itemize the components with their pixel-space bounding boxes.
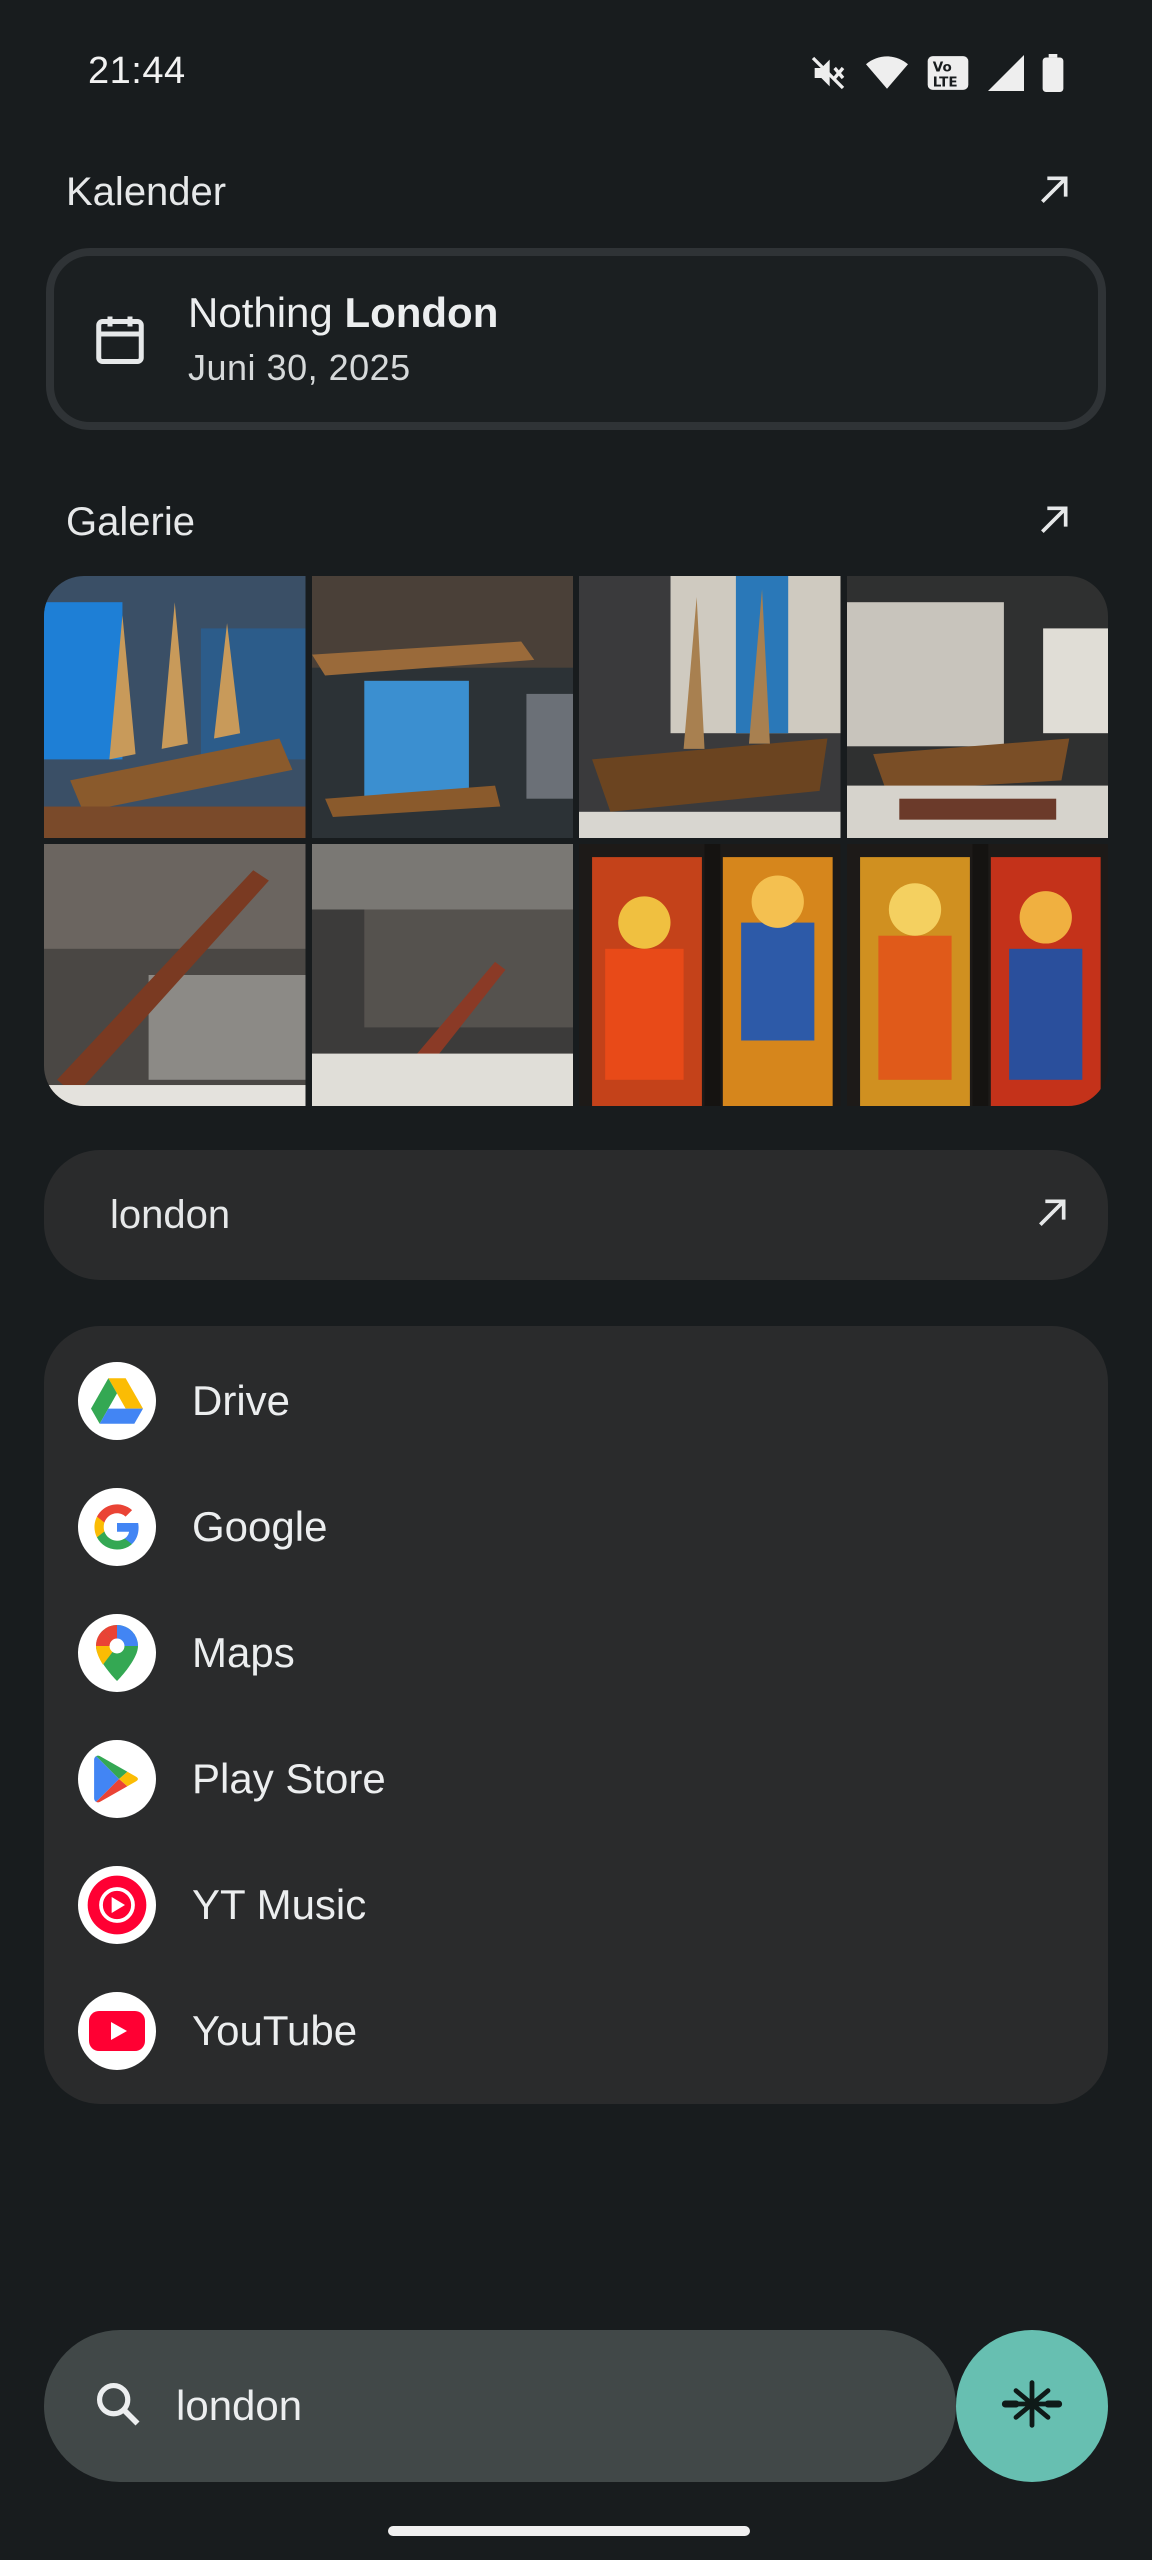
- calendar-icon: [90, 309, 150, 369]
- app-item-yt-music[interactable]: YT Music: [44, 1850, 1108, 1960]
- volte-icon: Vo LTE: [926, 53, 970, 93]
- google-icon: [78, 1488, 156, 1566]
- web-search-suggestion[interactable]: london: [44, 1150, 1108, 1280]
- play-store-icon: [78, 1740, 156, 1818]
- app-item-youtube[interactable]: YouTube: [44, 1976, 1108, 2086]
- event-title-highlight: London: [344, 289, 499, 336]
- maps-icon: [78, 1614, 156, 1692]
- event-title: Nothing London: [188, 289, 498, 337]
- arrow-up-right-icon: [1034, 170, 1074, 215]
- gallery-photo[interactable]: [846, 844, 1108, 1106]
- gallery-grid: [44, 576, 1108, 1106]
- status-time: 21:44: [88, 50, 186, 92]
- search-icon: [92, 2378, 144, 2435]
- gallery-section-title: Galerie: [66, 500, 195, 544]
- battery-icon: [1042, 54, 1064, 92]
- app-label: Drive: [192, 1377, 291, 1424]
- gallery-photo[interactable]: [44, 576, 306, 838]
- app-label: YouTube: [192, 2007, 358, 2054]
- app-item-maps[interactable]: Maps: [44, 1598, 1108, 1708]
- yt-music-icon: [78, 1866, 156, 1944]
- assistant-button[interactable]: [956, 2330, 1108, 2482]
- gallery-photo[interactable]: [579, 844, 841, 1106]
- status-icons: Vo LTE: [808, 52, 1064, 94]
- open-gallery-button[interactable]: [1024, 492, 1084, 552]
- search-input[interactable]: [174, 2381, 878, 2431]
- calendar-event-card[interactable]: Nothing London Juni 30, 2025: [46, 248, 1106, 430]
- gallery-photo[interactable]: [44, 844, 306, 1106]
- mute-icon: [808, 53, 848, 93]
- youtube-icon: [78, 1992, 156, 2070]
- event-date: Juni 30, 2025: [188, 347, 411, 388]
- apps-list: Drive Google Maps Play Store YT Music Yo…: [44, 1326, 1108, 2104]
- app-item-drive[interactable]: Drive: [44, 1346, 1108, 1456]
- app-label: Play Store: [192, 1755, 386, 1802]
- search-bar[interactable]: [44, 2330, 956, 2482]
- web-search-label: london: [110, 1192, 231, 1237]
- home-indicator[interactable]: [388, 2526, 750, 2536]
- drive-icon: [78, 1362, 156, 1440]
- arrow-up-right-icon: [1034, 500, 1074, 545]
- event-title-prefix: Nothing: [188, 289, 333, 336]
- wifi-icon: [866, 55, 908, 91]
- open-calendar-button[interactable]: [1024, 162, 1084, 222]
- app-item-google[interactable]: Google: [44, 1472, 1108, 1582]
- gallery-photo[interactable]: [311, 576, 573, 838]
- app-item-play-store[interactable]: Play Store: [44, 1724, 1108, 1834]
- gallery-photo[interactable]: [311, 844, 573, 1106]
- signal-icon: [988, 55, 1024, 91]
- app-label: Maps: [192, 1629, 295, 1676]
- app-label: Google: [192, 1503, 328, 1550]
- gallery-photo[interactable]: [579, 576, 841, 838]
- gallery-photo[interactable]: [846, 576, 1108, 838]
- svg-text:LTE: LTE: [933, 75, 958, 91]
- app-label: YT Music: [192, 1881, 367, 1928]
- arrow-up-right-icon: [1032, 1193, 1072, 1238]
- svg-text:Vo: Vo: [933, 59, 952, 75]
- sparkle-icon: [1000, 2372, 1064, 2441]
- calendar-section-title: Kalender: [66, 170, 227, 214]
